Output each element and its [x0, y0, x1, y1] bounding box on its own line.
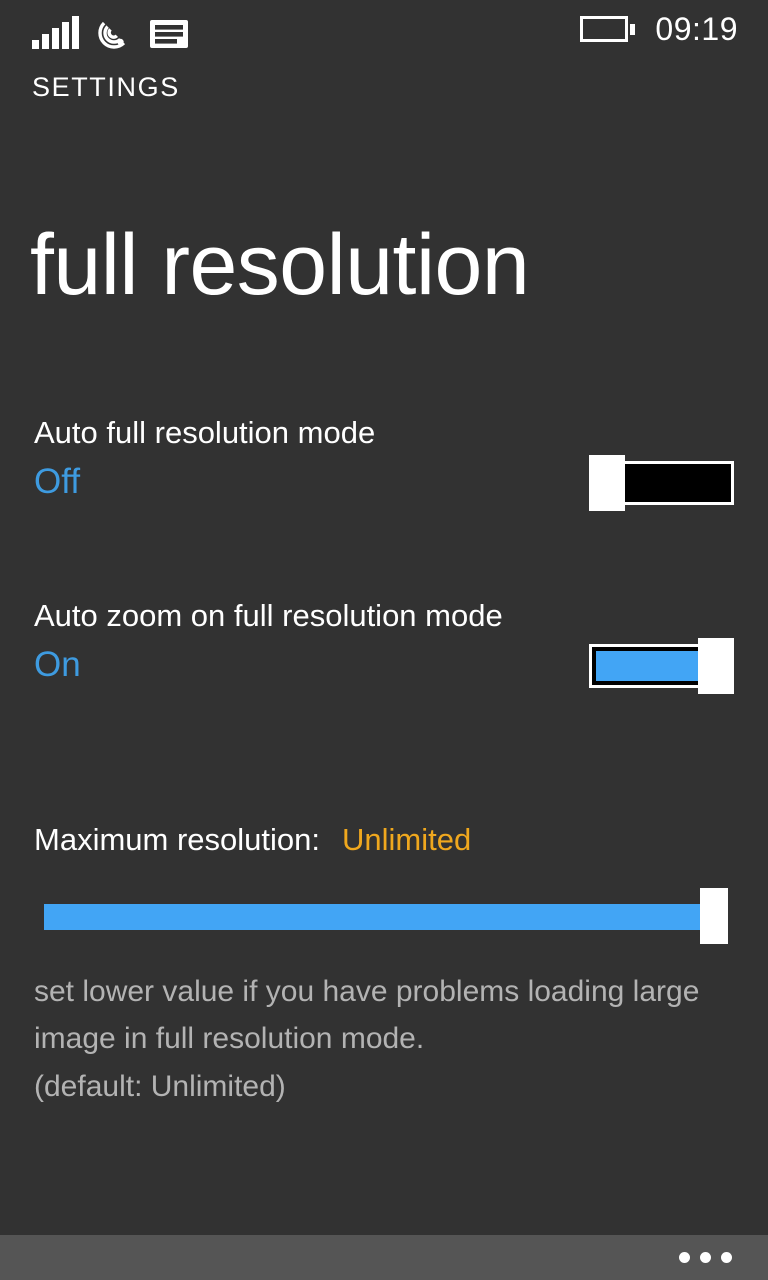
toggle-thumb[interactable]	[698, 638, 734, 694]
max-resolution-description: set lower value if you have problems loa…	[34, 975, 700, 1103]
app-bar	[0, 1235, 768, 1280]
sim-card-icon	[149, 19, 189, 49]
toggle-thumb[interactable]	[589, 455, 625, 511]
auto-zoom-full-resolution-mode-toggle[interactable]	[589, 638, 734, 694]
slider-thumb[interactable]	[700, 888, 728, 944]
status-bar-right-icons: 09:19	[580, 13, 738, 45]
setting-label: Auto full resolution mode	[34, 415, 376, 450]
setting-row-auto-zoom-full-resolution-mode[interactable]: Auto zoom on full resolution mode On	[34, 598, 734, 694]
battery-full-icon	[580, 16, 636, 42]
status-bar: 09:19	[0, 0, 768, 58]
app-title: SETTINGS	[32, 72, 180, 102]
toggle-track-fill	[619, 464, 731, 502]
max-resolution-value: Unlimited	[341, 822, 472, 857]
status-bar-left-icons	[32, 9, 189, 49]
max-resolution-slider[interactable]	[44, 888, 728, 944]
wifi-icon	[97, 17, 131, 49]
toggle-track	[589, 644, 707, 688]
toggle-track	[616, 461, 734, 505]
ellipsis-icon[interactable]	[679, 1235, 732, 1280]
slider-fill	[44, 904, 714, 930]
page-title: full resolution	[30, 217, 530, 313]
max-resolution-label: Maximum resolution:	[34, 822, 320, 857]
setting-row-auto-full-resolution-mode[interactable]: Auto full resolution mode Off	[34, 415, 734, 511]
toggle-track-fill	[592, 647, 704, 685]
auto-full-resolution-mode-toggle[interactable]	[589, 455, 734, 511]
max-resolution-row: Maximum resolution: Unlimited	[34, 822, 734, 858]
signal-bars-icon	[32, 16, 79, 49]
setting-label: Auto zoom on full resolution mode	[34, 598, 503, 633]
status-bar-clock: 09:19	[655, 11, 738, 47]
